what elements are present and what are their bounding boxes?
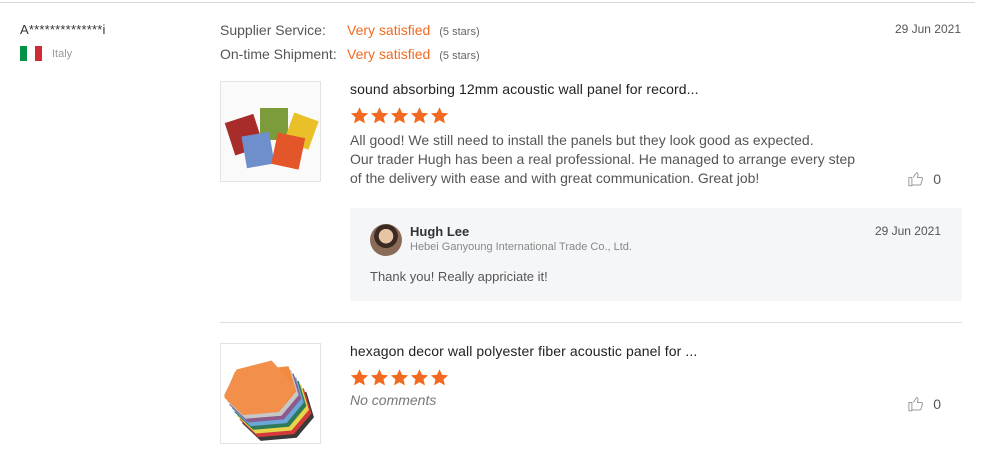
top-divider [0, 2, 975, 3]
avatar [370, 224, 402, 256]
star-icon [370, 106, 389, 125]
flag-stripe-green [20, 46, 28, 61]
acoustic-panels-image [221, 82, 320, 181]
star-icon [370, 368, 389, 387]
product-thumbnail[interactable] [220, 343, 321, 444]
star-icon [350, 106, 369, 125]
review-content: hexagon decor wall polyester fiber acous… [350, 343, 910, 408]
like-button[interactable]: 0 [907, 395, 941, 413]
product-title-link[interactable]: hexagon decor wall polyester fiber acous… [350, 343, 910, 359]
star-icon [410, 368, 429, 387]
reviewer-info: A**************i Italy [20, 22, 106, 61]
rating-summary: Supplier Service: Very satisfied (5 star… [220, 22, 480, 70]
hexagon-panels-image [221, 344, 320, 443]
rating-value: Very satisfied [347, 46, 431, 62]
italy-flag-icon [20, 46, 42, 61]
comment-line: All good! We still need to install the p… [350, 132, 814, 148]
review-date: 29 Jun 2021 [894, 22, 961, 36]
star-icon [410, 106, 429, 125]
reply-date: 29 Jun 2021 [874, 224, 941, 238]
rating-value: Very satisfied [347, 22, 431, 38]
reply-text: Thank you! Really appriciate it! [370, 269, 548, 284]
rating-label: On-time Shipment: [220, 46, 337, 62]
flag-stripe-white [27, 46, 35, 61]
reply-company: Hebei Ganyoung International Trade Co., … [410, 241, 632, 253]
star-icon [430, 106, 449, 125]
flag-stripe-red [34, 46, 42, 61]
rating-label: Supplier Service: [220, 22, 326, 38]
thumbs-up-icon [908, 172, 924, 187]
reviewer-name: A**************i [20, 22, 106, 37]
reviewer-country: Italy [20, 46, 106, 61]
like-count: 0 [933, 171, 941, 187]
reply-author-name: Hugh Lee [410, 224, 470, 239]
rating-stars-text: (5 stars) [439, 50, 480, 62]
rating-row-supplier-service: Supplier Service: Very satisfied (5 star… [220, 22, 480, 46]
product-thumbnail[interactable] [220, 81, 321, 182]
star-icon [350, 368, 369, 387]
star-icon [390, 106, 409, 125]
rating-row-on-time-shipment: On-time Shipment: Very satisfied (5 star… [220, 46, 480, 70]
thumbs-up-icon [908, 397, 924, 412]
product-title-link[interactable]: sound absorbing 12mm acoustic wall panel… [350, 81, 910, 97]
comment-line: Our trader Hugh has been a real professi… [350, 151, 856, 167]
like-button[interactable]: 0 [907, 170, 941, 188]
star-icon [430, 368, 449, 387]
star-rating [350, 106, 910, 125]
supplier-reply: Hugh Lee Hebei Ganyoung International Tr… [350, 208, 962, 301]
comment-line: of the delivery with ease and with great… [350, 170, 760, 186]
review-content: sound absorbing 12mm acoustic wall panel… [350, 81, 910, 188]
country-name: Italy [52, 47, 73, 60]
star-rating [350, 368, 910, 387]
review-comment: All good! We still need to install the p… [350, 131, 910, 188]
like-count: 0 [933, 396, 941, 412]
review-comment: No comments [350, 392, 437, 408]
rating-stars-text: (5 stars) [439, 26, 480, 38]
review-divider [220, 322, 962, 323]
star-icon [390, 368, 409, 387]
